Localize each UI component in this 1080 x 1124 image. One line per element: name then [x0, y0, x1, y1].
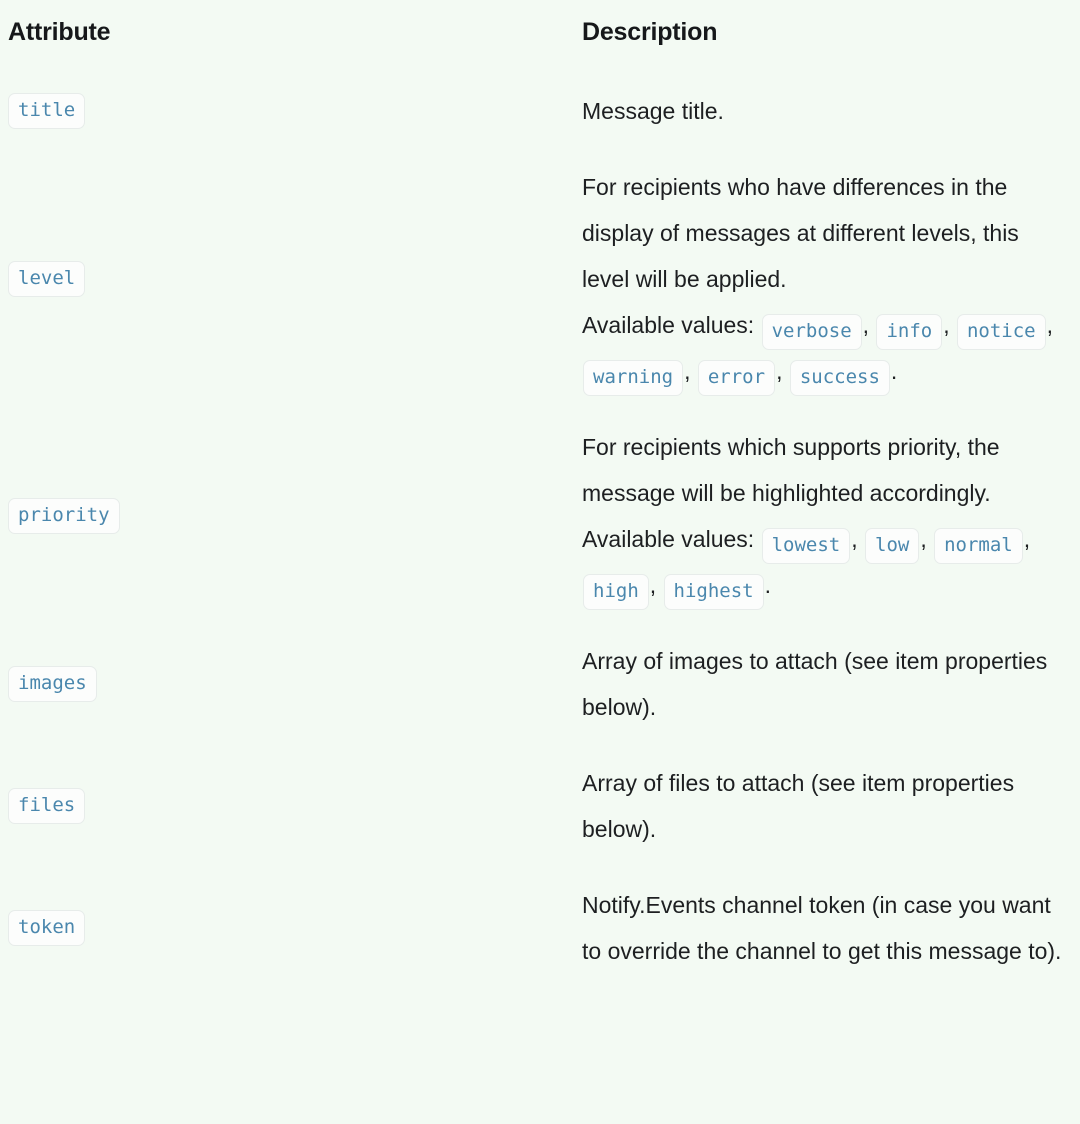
value-code-chip: high	[583, 574, 649, 610]
value-separator: ,	[943, 312, 956, 338]
description-paragraph: Array of images to attach (see item prop…	[582, 648, 1048, 720]
value-separator: ,	[684, 358, 697, 384]
value-code-chip: lowest	[761, 528, 851, 564]
table-body: title Message title. level For recipients w…	[0, 73, 1080, 989]
table-row: title Message title.	[0, 73, 1080, 149]
values-terminator: .	[890, 358, 898, 384]
description-paragraph: For recipients who have differences in t…	[582, 174, 1019, 292]
description-paragraph: Notify.Events channel token (in case you…	[582, 892, 1062, 964]
available-values-label: Available values:	[582, 526, 755, 552]
attribute-code-chip: token	[8, 910, 86, 946]
column-header-description: Description	[582, 18, 718, 46]
description-cell: Array of images to attach (see item prop…	[560, 623, 1080, 745]
attribute-cell: token	[0, 867, 560, 989]
value-separator: ,	[776, 358, 789, 384]
value-code-chip: warning	[583, 360, 684, 396]
value-separator: ,	[1046, 312, 1054, 338]
attribute-code-chip: images	[8, 666, 97, 702]
attribute-cell: level	[0, 149, 560, 409]
table-header-row: Attribute Description	[0, 0, 1080, 73]
value-code-chip: verbose	[761, 314, 862, 350]
value-separator: ,	[1023, 526, 1031, 552]
available-values-line: Available values: lowest, low, normal, h…	[582, 516, 1072, 610]
value-code-chip: low	[865, 528, 920, 564]
available-values-line: Available values: verbose, info, notice,…	[582, 302, 1072, 396]
available-values-label: Available values:	[582, 312, 755, 338]
value-code-chip: highest	[663, 574, 764, 610]
attribute-code-chip: level	[8, 261, 86, 297]
description-paragraph: Message title.	[582, 98, 724, 124]
table-row: level For recipients who have differences…	[0, 149, 1080, 409]
description-text: For recipients which supports priority, …	[582, 424, 1072, 610]
table-row: images Array of images to attach (see ite…	[0, 623, 1080, 745]
value-code-chip: notice	[956, 314, 1046, 350]
value-separator: ,	[862, 312, 876, 338]
table-row: files Array of files to attach (see item …	[0, 745, 1080, 867]
table-row: token Notify.Events channel token (in cas…	[0, 867, 1080, 989]
table-header: Attribute Description	[0, 0, 1080, 73]
description-cell: Array of files to attach (see item prope…	[560, 745, 1080, 867]
description-text: For recipients who have differences in t…	[582, 164, 1072, 396]
attribute-code-chip: title	[8, 93, 86, 129]
column-header-attribute: Attribute	[8, 18, 111, 46]
description-text: Message title.	[582, 88, 1072, 134]
value-code-chip: normal	[934, 528, 1023, 564]
attributes-table: Attribute Description title Message title…	[0, 0, 1080, 989]
value-separator: ,	[851, 526, 864, 552]
description-cell: For recipients who have differences in t…	[560, 149, 1080, 409]
value-code-chip: success	[789, 360, 890, 396]
description-paragraph: Array of files to attach (see item prope…	[582, 770, 1015, 842]
attribute-code-chip: files	[8, 788, 86, 824]
description-text: Notify.Events channel token (in case you…	[582, 882, 1072, 974]
description-paragraph: For recipients which supports priority, …	[582, 434, 1000, 506]
description-text: Array of images to attach (see item prop…	[582, 638, 1072, 730]
attribute-cell: files	[0, 745, 560, 867]
description-cell: Message title.	[560, 73, 1080, 149]
attribute-code-chip: priority	[8, 498, 120, 534]
value-separator: ,	[920, 526, 934, 552]
attribute-cell: priority	[0, 409, 560, 623]
values-terminator: .	[764, 572, 772, 598]
attribute-cell: images	[0, 623, 560, 745]
value-separator: ,	[649, 572, 663, 598]
table-row: priority For recipients which supports pr…	[0, 409, 1080, 623]
description-text: Array of files to attach (see item prope…	[582, 760, 1072, 852]
value-code-chip: info	[876, 314, 943, 350]
attribute-cell: title	[0, 73, 560, 149]
description-cell: For recipients which supports priority, …	[560, 409, 1080, 623]
description-cell: Notify.Events channel token (in case you…	[560, 867, 1080, 989]
value-code-chip: error	[697, 360, 776, 396]
